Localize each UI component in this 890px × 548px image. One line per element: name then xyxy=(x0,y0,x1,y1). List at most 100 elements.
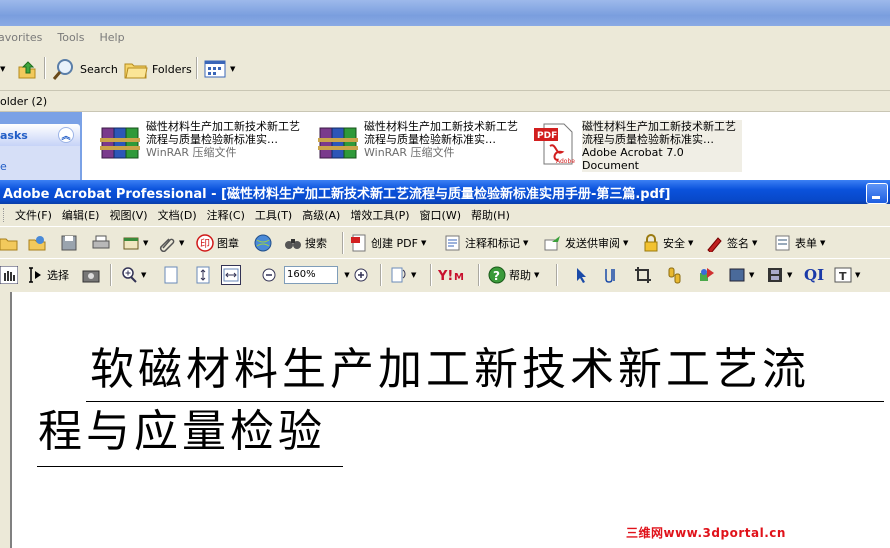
stamp-button[interactable]: 印 图章 xyxy=(196,233,239,253)
save-button[interactable] xyxy=(60,233,78,253)
shapes-tool-button[interactable]: ▼ xyxy=(728,265,754,285)
print-button[interactable] xyxy=(92,233,110,253)
file-item[interactable]: 磁性材料生产加工新技术新工艺流程与质量检验新标准实… WinRAR 压缩文件 xyxy=(316,118,526,174)
chevron-down-icon: ▼ xyxy=(623,239,629,247)
text-cursor-icon xyxy=(29,267,41,283)
security-label: 安全 xyxy=(663,237,685,250)
acrobat-toolbar-1: ▼ ▼ 印 图章 搜索 创建 PDF ▼ 注释和标记 ▼ 发送供审阅 ▼ 安全 … xyxy=(0,226,890,259)
web-button[interactable] xyxy=(254,233,272,253)
comment-markup-button[interactable]: 注释和标记 ▼ xyxy=(444,233,528,253)
email-button[interactable]: ▼ xyxy=(122,233,148,253)
create-pdf-button[interactable]: 创建 PDF ▼ xyxy=(350,233,426,253)
explorer-menu-bar: avorites Tools Help xyxy=(0,26,890,48)
file-label: 磁性材料生产加工新技术新工艺流程与质量检验新标准实… WinRAR 压缩文件 xyxy=(146,120,306,159)
help-label: 帮助 xyxy=(509,269,531,282)
window-title: Adobe Acrobat Professional - [磁性材料生产加工新技… xyxy=(3,186,671,202)
menu-favorites[interactable]: avorites xyxy=(0,31,51,44)
print-icon xyxy=(92,235,110,249)
document-view[interactable]: 软磁材料生产加工新技术新工艺流 程与应量检验 三维网www.3dportal.c… xyxy=(0,292,890,548)
menu-plugins[interactable]: 增效工具(P) xyxy=(345,207,414,223)
crop-tool-button[interactable] xyxy=(634,265,652,285)
articles-icon xyxy=(700,268,714,281)
zoom-tool-button[interactable]: ▼ xyxy=(120,265,146,285)
file-item-selected[interactable]: PDF Adobe 磁性材料生产加工新技术新工艺流程与质量检验新标准实… Ado… xyxy=(534,118,744,174)
minimize-button[interactable] xyxy=(866,183,888,204)
chevron-down-icon: ▼ xyxy=(855,271,861,279)
organizer-button[interactable] xyxy=(28,233,46,253)
forms-button[interactable]: 表单 ▼ xyxy=(774,233,825,253)
tasks-item[interactable]: e xyxy=(0,160,7,173)
camera-icon xyxy=(82,270,100,283)
menu-comments[interactable]: 注释(C) xyxy=(202,207,250,223)
explorer-address-bar[interactable]: older (2) xyxy=(0,91,890,112)
text-field-icon: T xyxy=(834,267,852,283)
file-label: 磁性材料生产加工新技术新工艺流程与质量检验新标准实… Adobe Acrobat… xyxy=(582,120,742,172)
acrobat-title-bar[interactable]: Adobe Acrobat Professional - [磁性材料生产加工新技… xyxy=(0,180,890,204)
sign-button[interactable]: 签名 ▼ xyxy=(706,233,757,253)
menu-tools[interactable]: Tools xyxy=(57,31,93,44)
select-tool-button[interactable]: 选择 xyxy=(26,265,69,285)
document-heading-line-2: 程与应量检验 xyxy=(38,406,326,457)
pen-icon xyxy=(707,237,722,252)
pointer-tool-button[interactable] xyxy=(572,265,590,285)
security-button[interactable]: 安全 ▼ xyxy=(642,233,693,253)
rotate-view-button[interactable]: ▼ xyxy=(390,265,416,285)
send-review-button[interactable]: 发送供审阅 ▼ xyxy=(544,233,628,253)
forward-dropdown[interactable]: ▼ xyxy=(0,57,5,81)
fit-page-button[interactable] xyxy=(194,265,212,285)
folders-button[interactable]: Folders xyxy=(124,57,192,81)
open-folder-icon xyxy=(0,238,18,251)
zoom-in-button[interactable] xyxy=(352,265,370,285)
hand-tool-button[interactable] xyxy=(0,265,18,285)
views-button[interactable]: ▼ xyxy=(204,57,235,81)
navigation-pane-edge[interactable] xyxy=(0,292,12,548)
touchup-icon xyxy=(605,269,615,283)
search-button[interactable]: Search xyxy=(52,57,118,81)
search-button[interactable]: 搜索 xyxy=(284,233,327,253)
link-tool-button[interactable] xyxy=(666,265,684,285)
chevron-down-icon: ▼ xyxy=(0,65,6,73)
articles-tool-button[interactable] xyxy=(698,265,716,285)
file-name: 磁性材料生产加工新技术新工艺流程与质量检验新标准实… xyxy=(582,120,736,146)
qi-button[interactable]: QI xyxy=(804,265,824,285)
menu-advanced[interactable]: 高级(A) xyxy=(297,207,345,223)
toolbar-grip[interactable] xyxy=(3,208,8,222)
chevron-down-icon: ▼ xyxy=(411,271,417,279)
text-field-tool-button[interactable]: T ▼ xyxy=(834,265,860,285)
touchup-tool-button[interactable] xyxy=(602,265,620,285)
zoom-combo[interactable]: 160% ▼ xyxy=(284,265,353,285)
zoom-out-button[interactable] xyxy=(260,265,278,285)
menu-edit[interactable]: 编辑(E) xyxy=(57,207,105,223)
lock-icon xyxy=(644,234,658,252)
up-folder-button[interactable] xyxy=(16,57,38,81)
menu-view[interactable]: 视图(V) xyxy=(104,207,152,223)
movie-tool-button[interactable]: ▼ xyxy=(766,265,792,285)
heading-underline xyxy=(86,401,884,402)
zoom-input[interactable]: 160% xyxy=(284,266,338,284)
pdf-icon-text: PDF xyxy=(537,131,557,141)
tasks-header[interactable]: asks ︽ xyxy=(0,124,80,146)
attach-button[interactable]: ▼ xyxy=(158,233,184,253)
tasks-body: e xyxy=(0,146,80,180)
fit-width-button[interactable] xyxy=(221,265,241,285)
open-button[interactable] xyxy=(0,233,18,253)
yahoo-button[interactable]: Y! M xyxy=(438,265,472,285)
collapse-chevron-icon[interactable]: ︽ xyxy=(58,127,74,143)
svg-text:?: ? xyxy=(493,269,500,283)
menu-document[interactable]: 文档(D) xyxy=(153,207,202,223)
actual-size-button[interactable] xyxy=(162,265,180,285)
views-icon xyxy=(204,60,226,78)
help-button[interactable]: ? 帮助 ▼ xyxy=(488,265,539,285)
pdf-icon: PDF Adobe xyxy=(534,123,575,165)
menu-help[interactable]: 帮助(H) xyxy=(466,207,515,223)
menu-tools[interactable]: 工具(T) xyxy=(250,207,297,223)
watermark: 三维网www.3dportal.cn xyxy=(626,526,786,540)
menu-file[interactable]: 文件(F) xyxy=(10,207,57,223)
snapshot-button[interactable] xyxy=(82,265,100,285)
chevron-down-icon: ▼ xyxy=(179,239,185,247)
forms-icon xyxy=(775,235,790,251)
menu-help[interactable]: Help xyxy=(99,31,133,44)
file-item[interactable]: 磁性材料生产加工新技术新工艺流程与质量检验新标准实… WinRAR 压缩文件 xyxy=(98,118,308,174)
file-type: WinRAR 压缩文件 xyxy=(364,146,455,159)
menu-window[interactable]: 窗口(W) xyxy=(415,207,466,223)
